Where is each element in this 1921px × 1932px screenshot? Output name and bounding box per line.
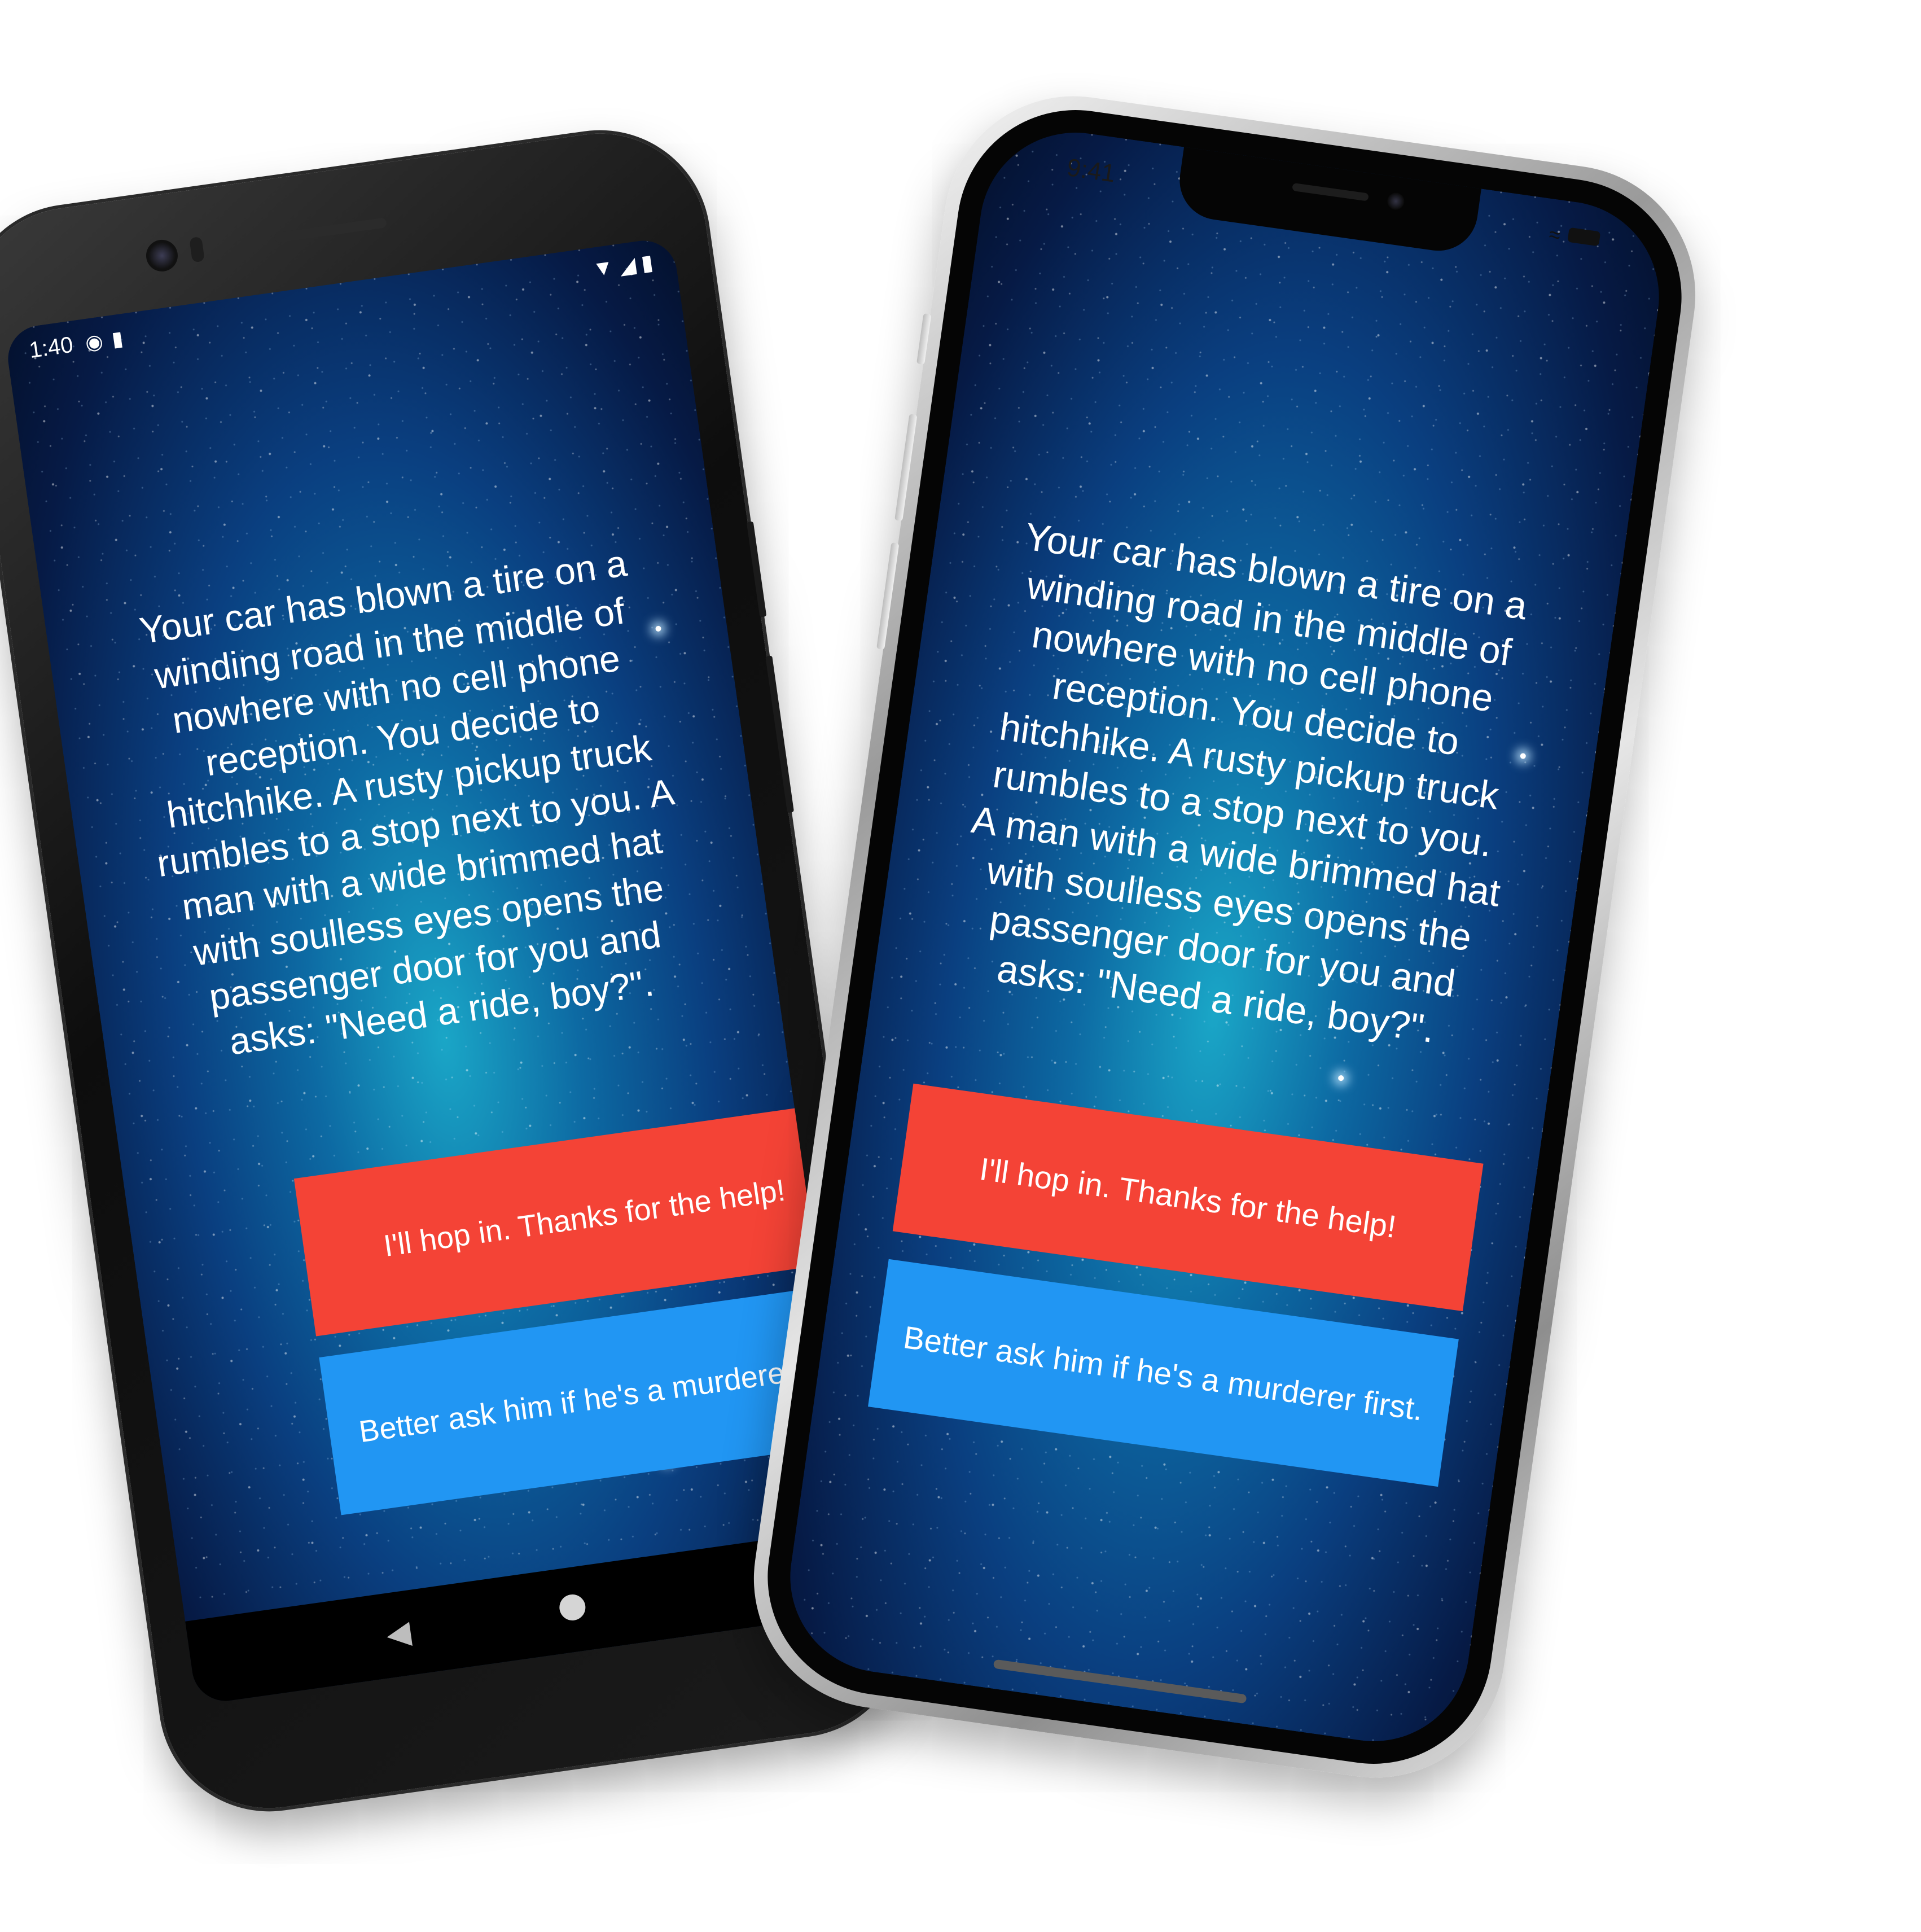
status-time: 9:41 — [1065, 154, 1117, 188]
wifi-icon: ≈ — [1547, 222, 1562, 247]
notification-icons: ◉ ▮ — [84, 326, 124, 355]
sd-card-icon: ▮ — [110, 326, 125, 351]
battery-icon — [1567, 227, 1601, 247]
status-time: 1:40 — [28, 332, 75, 363]
system-icons: ≈ — [1547, 222, 1601, 253]
iphone: 9:41 ≈ Your car has blown a tire on a wi… — [737, 79, 1712, 1795]
wifi-icon: ▼ — [591, 255, 616, 282]
system-icons: ▼ ◢ ▮ — [591, 249, 655, 283]
app-notification-icon: ◉ — [84, 329, 105, 355]
home-icon[interactable] — [558, 1592, 587, 1622]
back-icon[interactable]: ◀ — [384, 1613, 413, 1653]
notch-speaker — [1292, 182, 1369, 201]
signal-icon: ◢ — [617, 253, 638, 279]
story-text: Your car has blown a tire on a winding r… — [137, 541, 677, 1062]
iphone-screen: 9:41 ≈ Your car has blown a tire on a wi… — [778, 120, 1672, 1754]
battery-icon: ▮ — [639, 251, 655, 276]
front-camera-icon — [1386, 191, 1406, 211]
mockup-stage: 1:40 ◉ ▮ ▼ ◢ ▮ Your car has blown a tire… — [0, 0, 1921, 1932]
story-text: Your car has blown a tire on a winding r… — [968, 515, 1530, 1051]
